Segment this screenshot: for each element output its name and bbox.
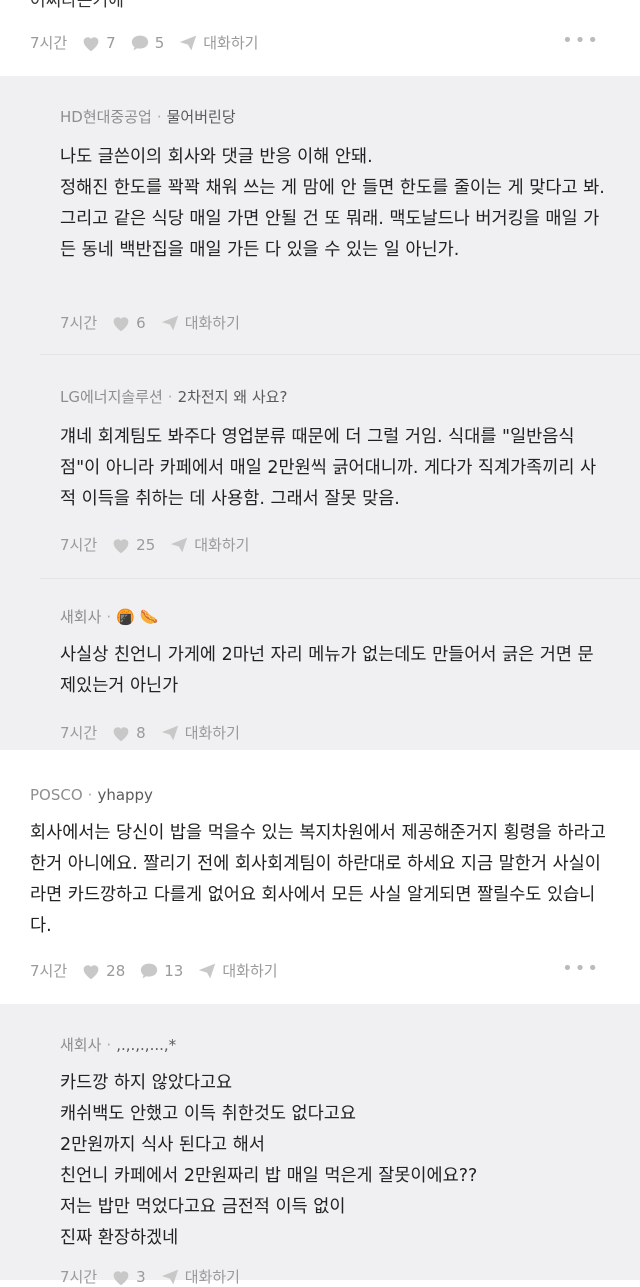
previous-comment-meta: 7시간 7 5 대화하기 [30,32,272,53]
heart-icon [83,36,99,51]
like-count: 6 [136,313,146,332]
like-button[interactable]: 7 [81,34,116,52]
like-button[interactable]: 8 [111,724,146,742]
reply-meta: 7시간 25 대화하기 [60,534,263,555]
time-label: 7시간 [30,34,68,52]
more-dots-icon[interactable]: ••• [562,958,600,979]
divider [40,578,640,579]
reply-button[interactable]: 대화하기 [160,312,240,333]
like-button[interactable]: 3 [111,1268,146,1286]
paper-plane-icon [171,537,188,552]
author-company: 새회사 [60,608,102,626]
time-label: 7시간 [30,962,68,980]
like-button[interactable]: 28 [81,962,125,980]
like-count: 25 [136,535,156,554]
comment-body: 회사에서는 당신이 밥을 먹을수 있는 복지차원에서 제공해준거지 횡령을 하라… [30,823,606,936]
time-label: 7시간 [60,536,98,554]
author-nickname: 2차전지 왜 사요? [177,388,288,406]
like-count: 3 [136,1267,146,1286]
reply-label: 대화하기 [184,314,240,332]
author-company: HD현대중공업 [60,108,152,126]
author-company: 새회사 [60,1036,102,1054]
time-label: 7시간 [60,724,98,742]
author-company: POSCO [30,786,83,804]
comment-count: 5 [154,33,165,52]
heart-icon [113,316,129,331]
reply-label: 대화하기 [194,536,250,554]
author-company: LG에너지솔루션 [60,388,163,406]
author-nickname: ,.,.,.,...,* [116,1035,177,1054]
comment-button[interactable]: 13 [139,962,183,980]
reply-label: 대화하기 [184,724,240,742]
reply-body: 나도 글쓴이의 회사와 댓글 반응 이해 안돼. 정해진 한도를 꽉꽉 채워 쓰… [60,147,605,260]
like-count: 7 [106,33,116,52]
heart-icon [113,726,129,741]
divider [40,354,640,355]
heart-icon [83,964,99,979]
reply-label: 대화하기 [222,962,278,980]
comment-bubble-icon [141,963,158,978]
reply-body: 걔네 회계팀도 봐주다 영업분류 때문에 더 그럴 거임. 식대를 "일반음식점… [60,427,597,509]
time-label: 7시간 [60,314,98,332]
like-count: 8 [136,723,146,742]
comment-bubble-icon [131,35,148,50]
paper-plane-icon [199,963,216,978]
reply-label: 대화하기 [184,1268,240,1286]
reply-meta: 7시간 8 대화하기 [60,722,254,743]
comment-meta: 7시간 28 13 대화하기 [30,960,292,981]
reply-author: HD현대중공업 · 물어버린당 [60,107,236,127]
comment-author: POSCO · yhappy [30,786,153,804]
paper-plane-icon [161,1269,178,1284]
reply-meta: 7시간 3 대화하기 [60,1266,254,1287]
reply-author: 새회사 · ,.,.,.,...,* [60,1035,177,1055]
reply-button[interactable]: 대화하기 [160,722,240,743]
paper-plane-icon [161,725,178,740]
reply-button[interactable]: 대화하기 [169,534,249,555]
time-label: 7시간 [60,1268,98,1286]
more-dots-icon[interactable]: ••• [562,30,600,51]
paper-plane-icon [180,35,197,50]
like-button[interactable]: 25 [111,536,155,554]
heart-icon [113,1270,129,1285]
author-nickname: 🍘 🌭 [116,607,159,626]
reply-button[interactable]: 대화하기 [178,32,258,53]
author-nickname: yhappy [97,786,153,804]
reply-author: 새회사 · 🍘 🌭 [60,607,159,627]
reply-label: 대화하기 [203,34,259,52]
previous-comment-text: 어쩌라는거에 [30,0,124,11]
author-nickname: 물어버린당 [166,108,236,126]
reply-body: 카드깡 하지 않았다고요 캐쉬백도 안했고 이득 취한것도 없다고요 2만원까지… [60,1073,478,1248]
reply-body: 사실상 친언니 가게에 2마넌 자리 메뉴가 없는데도 만들어서 긁은 거면 문… [60,645,594,696]
like-button[interactable]: 6 [111,314,146,332]
heart-icon [113,538,129,553]
like-count: 28 [106,961,126,980]
reply-meta: 7시간 6 대화하기 [60,312,254,333]
comment-count: 13 [164,961,184,980]
reply-button[interactable]: 대화하기 [160,1266,240,1287]
reply-button[interactable]: 대화하기 [197,960,278,981]
comment-button[interactable]: 5 [130,33,165,52]
reply-author: LG에너지솔루션 · 2차전지 왜 사요? [60,387,288,407]
paper-plane-icon [161,315,178,330]
